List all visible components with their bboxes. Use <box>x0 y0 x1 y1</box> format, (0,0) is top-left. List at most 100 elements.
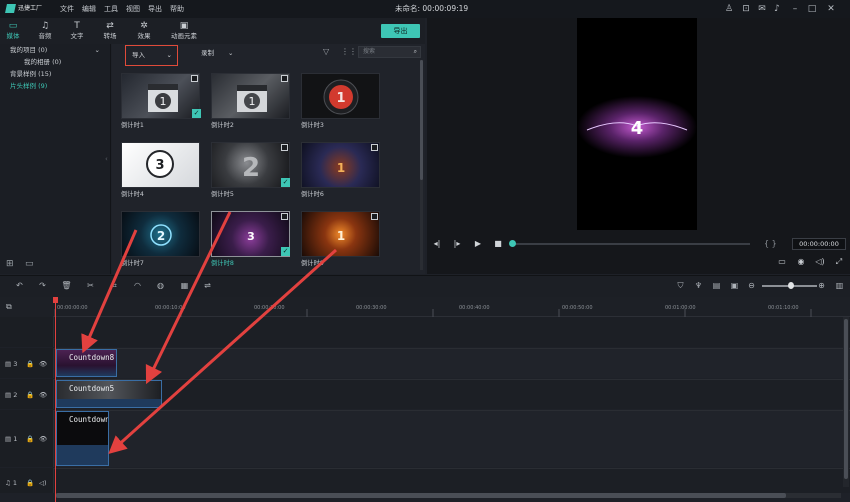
zoom-out-icon[interactable]: ⊖ <box>746 280 757 291</box>
tile-label: 倒计时2 <box>211 122 234 129</box>
eye-icon[interactable]: 👁 <box>39 360 47 368</box>
audio-track-1 <box>0 468 850 493</box>
tree-item-intros[interactable]: 片头样例 (9) <box>10 81 47 91</box>
step-forward-icon[interactable]: |▸ <box>452 239 462 249</box>
media-tile-countdown2[interactable]: 1 <box>211 73 290 119</box>
minimize-icon[interactable]: – <box>790 4 800 14</box>
tab-effects[interactable]: ✲ 效果 <box>127 18 161 44</box>
import-dropdown[interactable]: 导入 ⌄ <box>125 45 178 66</box>
menu-view[interactable]: 视图 <box>126 3 140 15</box>
speed-icon[interactable]: ◠ <box>132 280 143 291</box>
tree-item-my-album[interactable]: 我的相册 (0) <box>24 57 61 67</box>
playhead[interactable] <box>55 297 56 502</box>
record-dropdown[interactable]: 录制 ⌄ <box>201 48 241 59</box>
message-icon[interactable]: ✉ <box>757 4 767 14</box>
checkmark-icon: ✓ <box>281 178 290 187</box>
media-tile-countdown9[interactable]: 1 <box>301 211 380 257</box>
scrubber-handle[interactable] <box>509 240 516 247</box>
export-button[interactable]: 导出 <box>381 24 420 38</box>
lock-icon[interactable]: 🔒 <box>26 479 34 487</box>
menu-export[interactable]: 导出 <box>148 3 162 15</box>
eye-icon[interactable]: 👁 <box>39 435 47 443</box>
tree-item-my-projects[interactable]: 我的项目 (0) ⌄ <box>10 45 106 55</box>
add-folder-icon[interactable]: ⊞ <box>6 259 18 270</box>
undo-icon[interactable]: ↶ <box>14 280 25 291</box>
tab-media[interactable]: ▭ 媒体 <box>0 18 30 44</box>
marker-icon[interactable]: ⛉ <box>675 280 686 291</box>
eye-icon[interactable]: 👁 <box>39 391 47 399</box>
collapse-panel-icon[interactable]: ‹ <box>105 155 108 163</box>
grid-view-icon[interactable]: ⋮⋮ <box>341 47 357 57</box>
mosaic-icon[interactable]: ▦ <box>179 280 190 291</box>
clip-countdown8[interactable]: Countdown8 <box>56 349 117 377</box>
play-icon[interactable]: ▶ <box>473 239 483 249</box>
stop-icon[interactable]: ■ <box>493 239 503 249</box>
color-icon[interactable]: ◍ <box>155 280 166 291</box>
media-tile-countdown3[interactable]: 1 <box>301 73 380 119</box>
display-icon[interactable]: ▭ <box>777 257 787 267</box>
add-track-icon[interactable]: ⧉ <box>6 302 12 312</box>
redo-icon[interactable]: ↷ <box>37 280 48 291</box>
menu-edit[interactable]: 编辑 <box>82 3 96 15</box>
fullscreen-icon[interactable]: ⤢ <box>834 257 844 267</box>
cart-icon[interactable]: ⊡ <box>741 4 751 14</box>
video-track-3 <box>0 348 850 378</box>
tab-text[interactable]: T 文字 <box>60 18 94 44</box>
clip-countdown[interactable]: Countdown <box>56 411 109 466</box>
media-tile-countdown7[interactable]: 2 <box>121 211 200 257</box>
crop-icon[interactable]: ⌗ <box>109 280 120 291</box>
search-input[interactable]: 搜索 ⌕ <box>358 46 421 58</box>
menu-help[interactable]: 帮助 <box>170 3 184 15</box>
lock-icon[interactable]: 🔒 <box>26 435 34 443</box>
tile-number: 1 <box>337 229 345 243</box>
menu-tools[interactable]: 工具 <box>104 3 118 15</box>
tab-transition[interactable]: ⇄ 转场 <box>93 18 127 44</box>
timeline-vertical-scrollbar[interactable] <box>843 317 849 487</box>
chevron-down-icon: ⌄ <box>228 49 234 57</box>
timeline-horizontal-scrollbar[interactable] <box>56 493 841 498</box>
track-head-spacer <box>0 317 54 347</box>
lock-icon[interactable]: 🔒 <box>26 391 34 399</box>
video-track-icon: ▤ 2 <box>5 391 18 399</box>
media-tile-countdown1[interactable]: 1 <box>121 73 200 119</box>
close-icon[interactable]: ✕ <box>826 4 836 14</box>
grid-scrollbar[interactable] <box>420 60 423 270</box>
ruler-tick: 00:00:40:00 <box>459 305 490 311</box>
menu-file[interactable]: 文件 <box>60 3 74 15</box>
camera-icon[interactable]: ◉ <box>796 257 806 267</box>
cut-icon[interactable]: ✂ <box>85 280 96 291</box>
account-icon[interactable]: ♙ <box>724 4 734 14</box>
media-tile-countdown5[interactable]: 2 <box>211 142 290 188</box>
tile-number: 2 <box>242 153 260 183</box>
ruler-tick: 00:00:00:00 <box>57 305 88 311</box>
microphone-icon[interactable]: ♆ <box>693 280 704 291</box>
tab-audio[interactable]: ♫ 音频 <box>28 18 62 44</box>
voiceover-icon[interactable]: ▤ <box>711 280 722 291</box>
volume-icon[interactable]: ◁) <box>39 479 47 487</box>
clip-countdown5[interactable]: Countdown5 <box>56 380 162 408</box>
maximize-icon[interactable]: □ <box>807 4 817 14</box>
tree-item-backgrounds[interactable]: 背景样例 (15) <box>10 69 51 79</box>
tile-label: 倒计时3 <box>301 122 324 129</box>
adjust-icon[interactable]: ⇌ <box>202 280 213 291</box>
zoom-handle[interactable] <box>788 282 794 289</box>
pip-icon[interactable]: ▣ <box>729 280 740 291</box>
step-back-icon[interactable]: ◂| <box>432 239 442 249</box>
playhead-handle[interactable] <box>53 297 58 303</box>
volume-icon[interactable]: ◁) <box>815 257 825 267</box>
media-tile-countdown8[interactable]: 3 <box>211 211 290 257</box>
ruler-tick: 00:01:10:00 <box>768 305 799 311</box>
fit-icon[interactable]: ▥ <box>834 280 845 291</box>
media-tile-countdown4[interactable]: 3 <box>121 142 200 188</box>
lock-icon[interactable]: 🔒 <box>26 360 34 368</box>
tab-elements[interactable]: ▣ 动画元素 <box>164 18 204 44</box>
media-tile-countdown6[interactable]: 1 <box>301 142 380 188</box>
zoom-in-icon[interactable]: ⊕ <box>816 280 827 291</box>
preview-scrubber[interactable] <box>512 243 750 245</box>
mark-in-out[interactable]: { } <box>764 239 786 249</box>
delete-icon[interactable]: 🗑 <box>61 280 72 291</box>
filter-icon[interactable]: ▽ <box>323 47 332 57</box>
notification-icon[interactable]: ♪ <box>772 4 782 14</box>
tile-label: 倒计时1 <box>121 122 144 129</box>
folder-icon[interactable]: ▭ <box>25 259 37 270</box>
